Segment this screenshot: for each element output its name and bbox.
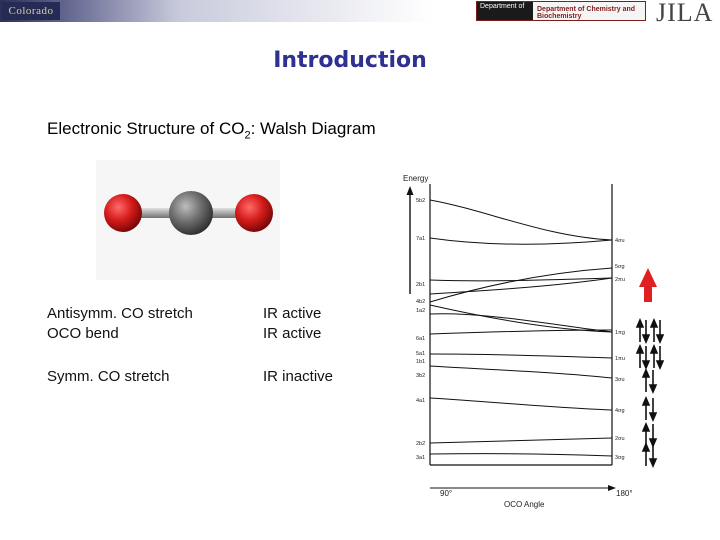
left-orbital-label: 3a1 — [416, 455, 425, 461]
electrons-3sg — [641, 441, 658, 469]
right-orbital-label: 4σg — [615, 408, 625, 414]
electrons-1pu — [635, 343, 665, 371]
left-orbital-label: 4b2 — [416, 299, 425, 305]
right-orbital-label: 5σg — [615, 264, 625, 270]
right-orbital-label: 2πu — [615, 277, 625, 283]
electrons-4sg — [641, 395, 658, 423]
curve-1b1 — [429, 329, 613, 335]
right-orbital-label: 3σg — [615, 455, 625, 461]
curve-3a1 — [429, 453, 613, 457]
angle-arrowhead — [608, 485, 616, 491]
department-logo-text: Department of Chemistry and Biochemistry — [537, 6, 636, 20]
curve-2b2 — [429, 437, 613, 444]
right-orbital-label: 1πg — [615, 330, 625, 336]
slide-title: Introduction — [273, 48, 427, 73]
header-banner: Colorado Department of Department of Che… — [0, 0, 720, 22]
carbon-atom — [169, 191, 213, 235]
left-orbital-label: 1b1 — [416, 359, 425, 365]
angle-right-label: 180° — [616, 489, 633, 498]
department-logo: Department of Department of Chemistry an… — [476, 1, 646, 21]
electrons-1pg — [635, 317, 665, 345]
subtitle-tail: : Walsh Diagram — [250, 119, 376, 138]
curve-4a1 — [429, 397, 613, 411]
walsh-diagram: Energy 90° 180° OCO Angle 5b2 7a1 2b1 4b… — [403, 174, 665, 509]
right-orbital-label: 4σu — [615, 238, 625, 244]
angle-left-label: 90° — [440, 489, 452, 498]
left-orbital-label: 4a1 — [416, 398, 425, 404]
slide-subtitle: Electronic Structure of CO2: Walsh Diagr… — [47, 119, 376, 141]
left-orbital-label: 3b2 — [416, 373, 425, 379]
right-orbital-label: 2σu — [615, 436, 625, 442]
curve-3b2 — [429, 365, 613, 379]
electrons-2su — [641, 421, 658, 449]
orbital-curves — [429, 199, 613, 457]
left-orbital-label: 5b2 — [416, 198, 425, 204]
left-orbital-label: 2b1 — [416, 282, 425, 288]
electrons-3su — [641, 367, 658, 395]
oxygen-atom-right — [235, 194, 273, 232]
curve-1a2 — [429, 267, 613, 303]
mode-name-antisym: Antisymm. CO stretch — [47, 305, 193, 322]
angle-axis-label: OCO Angle — [504, 500, 545, 509]
curve-7a1 — [429, 237, 613, 245]
right-orbital-label: 3σu — [615, 377, 625, 383]
mode-activity-antisym: IR active — [263, 305, 322, 322]
left-orbital-label: 6a1 — [416, 336, 425, 342]
energy-arrowhead — [406, 186, 414, 195]
university-logo: Colorado — [2, 2, 60, 20]
oxygen-atom-left — [104, 194, 142, 232]
mode-activity-bend: IR active — [263, 325, 322, 342]
jila-logo: JILA — [656, 0, 714, 27]
left-orbital-label: 5a1 — [416, 351, 425, 357]
co2-molecule-image — [96, 160, 280, 280]
curve-5b2 — [429, 199, 613, 241]
left-orbital-label: 2b2 — [416, 441, 425, 447]
left-orbital-label: 1a2 — [416, 308, 425, 314]
mode-name-sym: Symm. CO stretch — [47, 368, 170, 385]
mode-name-bend: OCO bend — [47, 325, 119, 342]
mode-activity-sym: IR inactive — [263, 368, 334, 385]
energy-label: Energy — [403, 174, 428, 183]
excitation-arrow-shaft — [644, 286, 652, 302]
left-orbital-label: 7a1 — [416, 236, 425, 242]
excitation-arrow-head — [639, 268, 657, 287]
subtitle-main: Electronic Structure of CO — [47, 119, 245, 138]
right-orbital-label: 1πu — [615, 356, 625, 362]
department-logo-small-text: Department of — [480, 3, 525, 10]
electron-arrows — [635, 317, 665, 469]
curve-1pu — [429, 353, 613, 359]
